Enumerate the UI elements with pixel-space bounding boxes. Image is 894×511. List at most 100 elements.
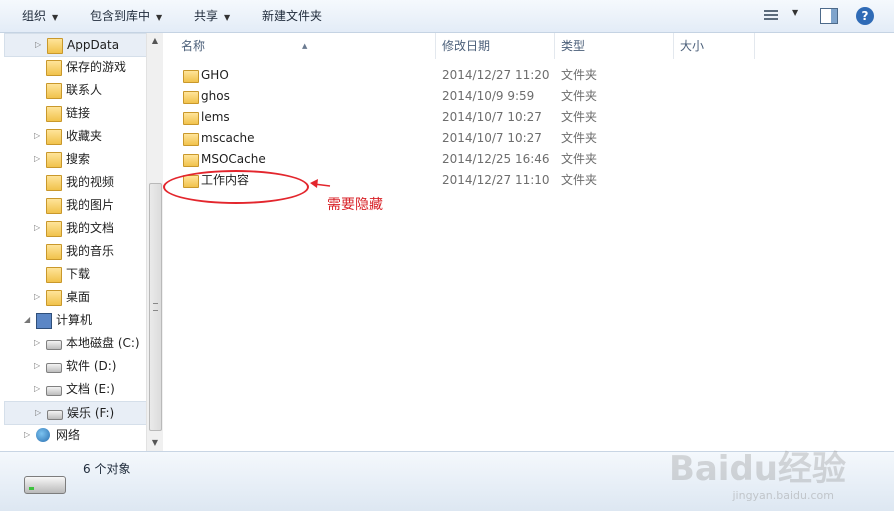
column-header-name[interactable]: 名称 ▲ xyxy=(163,33,436,59)
drive-icon xyxy=(47,410,63,420)
file-date: 2014/12/27 11:10 xyxy=(442,173,550,187)
nav-item-label: 链接 xyxy=(66,106,91,120)
nav-item-label: 桌面 xyxy=(66,290,91,304)
file-date: 2014/10/7 10:27 xyxy=(442,110,542,124)
nav-item[interactable]: 链接 xyxy=(4,102,146,124)
folder-icon xyxy=(46,152,62,168)
file-name: MSOCache xyxy=(201,152,266,166)
file-row[interactable]: GHO 2014/12/27 11:20 文件夹 xyxy=(163,65,894,86)
nav-item-label: 我的视频 xyxy=(66,175,115,189)
nav-item-label: 搜索 xyxy=(66,152,91,166)
preview-pane-icon[interactable] xyxy=(820,8,838,24)
nav-item-label: AppData xyxy=(67,38,120,52)
file-row[interactable]: MSOCache 2014/12/25 16:46 文件夹 xyxy=(163,149,894,170)
nav-item[interactable]: 我的音乐 xyxy=(4,240,146,262)
folder-icon xyxy=(183,154,199,167)
file-type: 文件夹 xyxy=(561,89,598,103)
file-row[interactable]: ghos 2014/10/9 9:59 文件夹 xyxy=(163,86,894,107)
nav-item[interactable]: ▷ 桌面 xyxy=(4,286,146,308)
nav-item[interactable]: ◢ 计算机 xyxy=(4,309,146,331)
nav-item[interactable]: ▷ 软件 (D:) xyxy=(4,355,146,377)
drive-icon xyxy=(24,476,66,494)
folder-icon xyxy=(183,133,199,146)
nav-item-label: 联系人 xyxy=(66,83,103,97)
new-folder-label: 新建文件夹 xyxy=(262,9,323,23)
expand-icon[interactable]: ▷ xyxy=(24,424,30,446)
expand-icon[interactable]: ▷ xyxy=(34,378,40,400)
nav-item[interactable]: 保存的游戏 xyxy=(4,56,146,78)
sort-ascending-icon: ▲ xyxy=(302,42,308,50)
include-in-library-label: 包含到库中 xyxy=(90,9,151,23)
nav-item-label: 保存的游戏 xyxy=(66,60,127,74)
expand-icon[interactable]: ▷ xyxy=(34,217,40,239)
nav-item-label: 软件 (D:) xyxy=(66,359,117,373)
column-size-label: 大小 xyxy=(680,39,705,53)
column-date-label: 修改日期 xyxy=(442,39,491,53)
file-type: 文件夹 xyxy=(561,68,598,82)
expand-icon[interactable]: ▷ xyxy=(34,286,40,308)
nav-item[interactable]: 联系人 xyxy=(4,79,146,101)
column-header-size[interactable]: 大小 xyxy=(674,33,755,59)
folder-icon xyxy=(46,106,62,122)
nav-item[interactable]: ▷ 娱乐 (F:) xyxy=(4,401,146,425)
chevron-down-icon: ▼ xyxy=(224,13,231,22)
annotation-arrow-icon xyxy=(310,179,331,188)
file-type: 文件夹 xyxy=(561,173,598,187)
change-view-button[interactable]: ▼ xyxy=(764,8,804,22)
column-header-date[interactable]: 修改日期 xyxy=(436,33,555,59)
folder-icon xyxy=(183,91,199,104)
chevron-down-icon: ▼ xyxy=(52,13,59,22)
nav-item[interactable]: ▷ 本地磁盘 (C:) xyxy=(4,332,146,354)
file-type: 文件夹 xyxy=(561,110,598,124)
column-header-type[interactable]: 类型 xyxy=(555,33,674,59)
expand-icon[interactable]: ▷ xyxy=(35,34,41,56)
nav-item-label: 计算机 xyxy=(56,313,93,327)
file-date: 2014/10/9 9:59 xyxy=(442,89,535,103)
annotation-label: 需要隐藏 xyxy=(327,197,383,213)
folder-icon xyxy=(46,267,62,283)
file-name: GHO xyxy=(201,68,229,82)
share-label: 共享 xyxy=(194,9,219,23)
share-menu[interactable]: 共享 ▼ xyxy=(194,8,230,24)
folder-icon xyxy=(46,198,62,214)
nav-item-label: 我的音乐 xyxy=(66,244,115,258)
expand-icon[interactable]: ▷ xyxy=(34,332,40,354)
help-icon[interactable]: ? xyxy=(856,7,874,25)
expand-icon[interactable]: ◢ xyxy=(24,309,30,331)
expand-icon[interactable]: ▷ xyxy=(35,402,41,424)
drive-icon xyxy=(46,363,62,373)
new-folder-button[interactable]: 新建文件夹 xyxy=(262,8,322,24)
navigation-pane: ▷ AppData 保存的游戏 联系人 链接 ▷ 收藏夹 ▷ 搜索 我的视频 我的图片 ▷ 我的文档 我的… xyxy=(0,33,146,451)
nav-item-label: 下载 xyxy=(66,267,91,281)
expand-icon[interactable]: ▷ xyxy=(34,148,40,170)
folder-icon xyxy=(183,70,199,83)
file-date: 2014/12/25 16:46 xyxy=(442,152,550,166)
nav-item[interactable]: 我的视频 xyxy=(4,171,146,193)
file-name: ghos xyxy=(201,89,230,103)
file-row[interactable]: mscache 2014/10/7 10:27 文件夹 xyxy=(163,128,894,149)
chevron-down-icon: ▼ xyxy=(156,13,163,22)
scroll-up-icon[interactable]: ▲ xyxy=(147,33,163,49)
nav-item[interactable]: ▷ 搜索 xyxy=(4,148,146,170)
organize-menu[interactable]: 组织 ▼ xyxy=(22,8,58,24)
file-list: 名称 ▲ 修改日期 类型 大小 GHO 2014/12/27 11:20 文件夹 gh… xyxy=(163,33,894,451)
expand-icon[interactable]: ▷ xyxy=(34,125,40,147)
expand-icon[interactable]: ▷ xyxy=(34,355,40,377)
nav-item[interactable]: ▷ AppData xyxy=(4,33,146,57)
network-icon xyxy=(36,428,50,442)
folder-icon xyxy=(46,83,62,99)
nav-item-label: 网络 xyxy=(56,428,81,442)
file-row[interactable]: lems 2014/10/7 10:27 文件夹 xyxy=(163,107,894,128)
scrollbar-thumb[interactable] xyxy=(149,183,162,431)
nav-item[interactable]: ▷ 文档 (E:) xyxy=(4,378,146,400)
nav-item[interactable]: ▷ 网络 xyxy=(4,424,146,446)
nav-item[interactable]: 我的图片 xyxy=(4,194,146,216)
navigation-scrollbar[interactable]: ▲ ▼ xyxy=(146,33,163,451)
file-date: 2014/12/27 11:20 xyxy=(442,68,550,82)
nav-item[interactable]: 下载 xyxy=(4,263,146,285)
nav-item[interactable]: ▷ 我的文档 xyxy=(4,217,146,239)
organize-label: 组织 xyxy=(22,9,47,23)
nav-item[interactable]: ▷ 收藏夹 xyxy=(4,125,146,147)
include-in-library-menu[interactable]: 包含到库中 ▼ xyxy=(90,8,162,24)
scroll-down-icon[interactable]: ▼ xyxy=(147,435,163,451)
